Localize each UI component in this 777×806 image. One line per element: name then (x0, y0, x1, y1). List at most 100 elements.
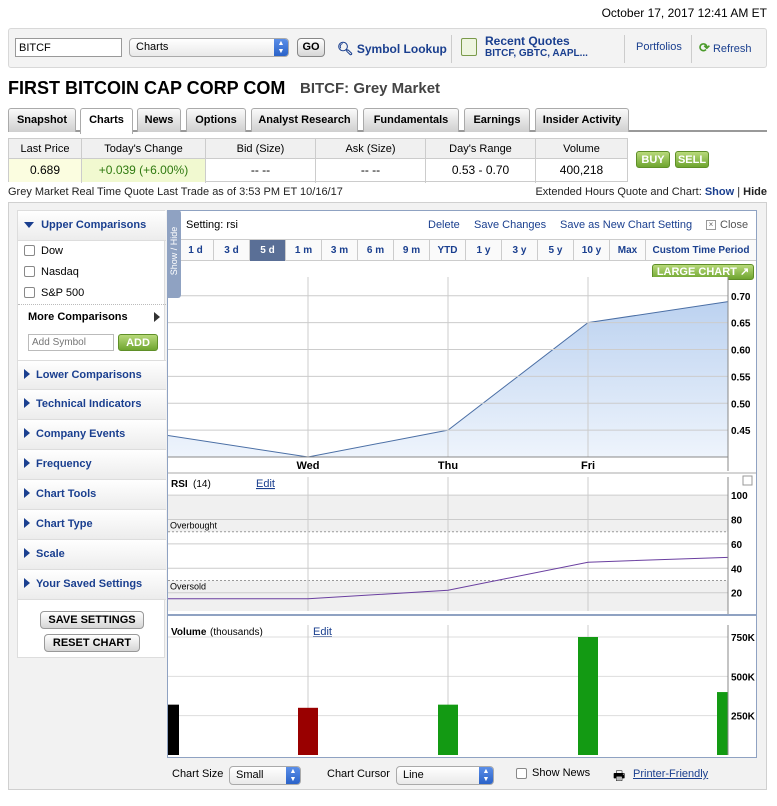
volume-unit-label: (thousands) (210, 627, 263, 638)
datetime: October 17, 2017 12:41 AM ET (601, 6, 767, 20)
printer-friendly-link[interactable]: Printer-Friendly (633, 768, 708, 780)
period-6m[interactable]: 6 m (358, 240, 394, 261)
rsi-overbought-label: Overbought (170, 521, 218, 531)
chart-type[interactable]: Chart Type (18, 510, 166, 540)
divider (18, 304, 166, 305)
rsi-edit-link[interactable]: Edit (256, 478, 275, 490)
tab-news[interactable]: News (137, 108, 181, 132)
period-ytd[interactable]: YTD (430, 240, 466, 261)
tab-analyst-research[interactable]: Analyst Research (251, 108, 358, 132)
view-select[interactable]: Charts ▲ ▼ (129, 38, 289, 57)
period-9m[interactable]: 9 m (394, 240, 430, 261)
lower-comparisons[interactable]: Lower Comparisons (18, 360, 166, 390)
chart-tools[interactable]: Chart Tools (18, 480, 166, 510)
period-3m[interactable]: 3 m (322, 240, 358, 261)
chart-cursor-select[interactable]: Line ▲ ▼ (396, 766, 494, 785)
scale[interactable]: Scale (18, 540, 166, 570)
chart-sidebar: Upper Comparisons Dow Nasdaq S&P 500 Mor… (17, 210, 166, 658)
reset-chart-button[interactable]: RESET CHART (44, 634, 140, 652)
close-icon[interactable]: × (706, 220, 716, 230)
frequency[interactable]: Frequency (18, 450, 166, 480)
checkbox-nasdaq[interactable]: Nasdaq (24, 266, 79, 278)
tab-earnings[interactable]: Earnings (464, 108, 530, 132)
price-xtick-label: Fri (581, 460, 595, 472)
period-5y[interactable]: 5 y (538, 240, 574, 261)
volume-bar (578, 637, 598, 755)
refresh-link[interactable]: ⟳ Refresh (699, 40, 752, 56)
checkbox-icon[interactable] (24, 287, 35, 298)
portfolios-link[interactable]: Portfolios (636, 41, 682, 53)
period-max[interactable]: Max (610, 240, 646, 261)
recent-quotes-list[interactable]: BITCF, GBTC, AAPL... (485, 48, 588, 59)
chart-bottom-bar: Chart Size Small ▲ ▼ Chart Cursor Line ▲ ▼… (167, 762, 757, 788)
volume-edit-link[interactable]: Edit (313, 626, 332, 638)
period-3d[interactable]: 3 d (214, 240, 250, 261)
technical-indicators[interactable]: Technical Indicators (18, 390, 166, 420)
add-symbol-input[interactable] (28, 334, 114, 351)
sell-button[interactable]: SELL (675, 151, 709, 168)
save-new-setting-link[interactable]: Save as New Chart Setting (560, 219, 692, 231)
volume-bar (168, 704, 179, 755)
period-5d[interactable]: 5 d (250, 240, 286, 261)
symbol-lookup-label: Symbol Lookup (356, 42, 447, 56)
company-events[interactable]: Company Events (18, 420, 166, 450)
period-1d[interactable]: 1 d (178, 240, 214, 261)
upper-comparisons-label: Upper Comparisons (41, 219, 147, 231)
checkbox-icon[interactable] (24, 245, 35, 256)
company-name: FIRST BITCOIN CAP CORP COM (8, 78, 286, 98)
quote-header: Today's Change (82, 139, 205, 159)
quote-todays-change: Today's Change +0.039 (+6.00%) (82, 139, 206, 183)
checkbox-dow[interactable]: Dow (24, 245, 63, 257)
triangle-right-icon (24, 488, 30, 498)
more-comparisons[interactable]: More Comparisons (28, 311, 128, 323)
quote-ask: Ask (Size) -- -- (316, 139, 426, 183)
period-3y[interactable]: 3 y (502, 240, 538, 261)
price-ytick-label: 0.65 (731, 319, 751, 330)
add-symbol-button[interactable]: ADD (118, 334, 158, 351)
chart-size-label: Chart Size (172, 768, 224, 780)
period-10y[interactable]: 10 y (574, 240, 610, 261)
extended-hide-link[interactable]: Hide (743, 186, 767, 198)
chart-size-select[interactable]: Small ▲ ▼ (229, 766, 301, 785)
close-link[interactable]: Close (720, 219, 748, 231)
buy-button[interactable]: BUY (636, 151, 670, 168)
quote-table: Last Price 0.689 Today's Change +0.039 (… (8, 138, 628, 183)
tab-charts[interactable]: Charts (80, 108, 133, 134)
period-custom[interactable]: Custom Time Period (646, 240, 756, 261)
symbol-lookup-link[interactable]: 🔍︎ Symbol Lookup (337, 41, 447, 57)
show-news-label: Show News (532, 767, 591, 779)
save-settings-button[interactable]: SAVE SETTINGS (40, 611, 144, 629)
select-arrows-icon: ▲ ▼ (274, 39, 288, 56)
tab-insider-activity[interactable]: Insider Activity (535, 108, 629, 132)
period-1y[interactable]: 1 y (466, 240, 502, 261)
setting-bar: Setting: rsi Delete Save Changes Save as… (168, 211, 756, 239)
tab-fundamentals[interactable]: Fundamentals (363, 108, 459, 132)
printer-icon: 🖶 (613, 768, 626, 783)
save-changes-link[interactable]: Save Changes (474, 219, 546, 231)
tab-options[interactable]: Options (186, 108, 246, 132)
show-hide-toggle[interactable]: Show / Hide (167, 210, 181, 298)
go-button[interactable]: GO (297, 38, 325, 57)
period-bar: 1 d 3 d 5 d 1 m 3 m 6 m 9 m YTD 1 y 3 y … (168, 239, 756, 261)
tab-snapshot[interactable]: Snapshot (8, 108, 76, 132)
triangle-right-icon (24, 428, 30, 438)
symbol-input[interactable] (15, 38, 122, 57)
recent-quotes-title[interactable]: Recent Quotes (485, 34, 570, 48)
quote-info: Grey Market Real Time Quote Last Trade a… (8, 186, 343, 198)
view-select-value: Charts (136, 41, 169, 53)
delete-link[interactable]: Delete (428, 219, 460, 231)
quote-value: +0.039 (+6.00%) (82, 159, 205, 182)
checkbox-sp500[interactable]: S&P 500 (24, 287, 84, 299)
period-1m[interactable]: 1 m (286, 240, 322, 261)
rsi-ytick-label: 20 (731, 589, 743, 600)
upper-comparisons-header[interactable]: Upper Comparisons (18, 211, 166, 241)
your-saved-settings[interactable]: Your Saved Settings (18, 570, 166, 600)
volume-ytick-label: 500K (731, 672, 756, 683)
volume-bar (298, 707, 318, 755)
rsi-ytick-label: 100 (731, 491, 748, 502)
rsi-close-icon[interactable] (742, 475, 753, 486)
show-news-checkbox[interactable] (516, 768, 527, 779)
checkbox-icon[interactable] (24, 266, 35, 277)
section-label: Your Saved Settings (36, 578, 143, 590)
extended-show-link[interactable]: Show (705, 186, 734, 198)
